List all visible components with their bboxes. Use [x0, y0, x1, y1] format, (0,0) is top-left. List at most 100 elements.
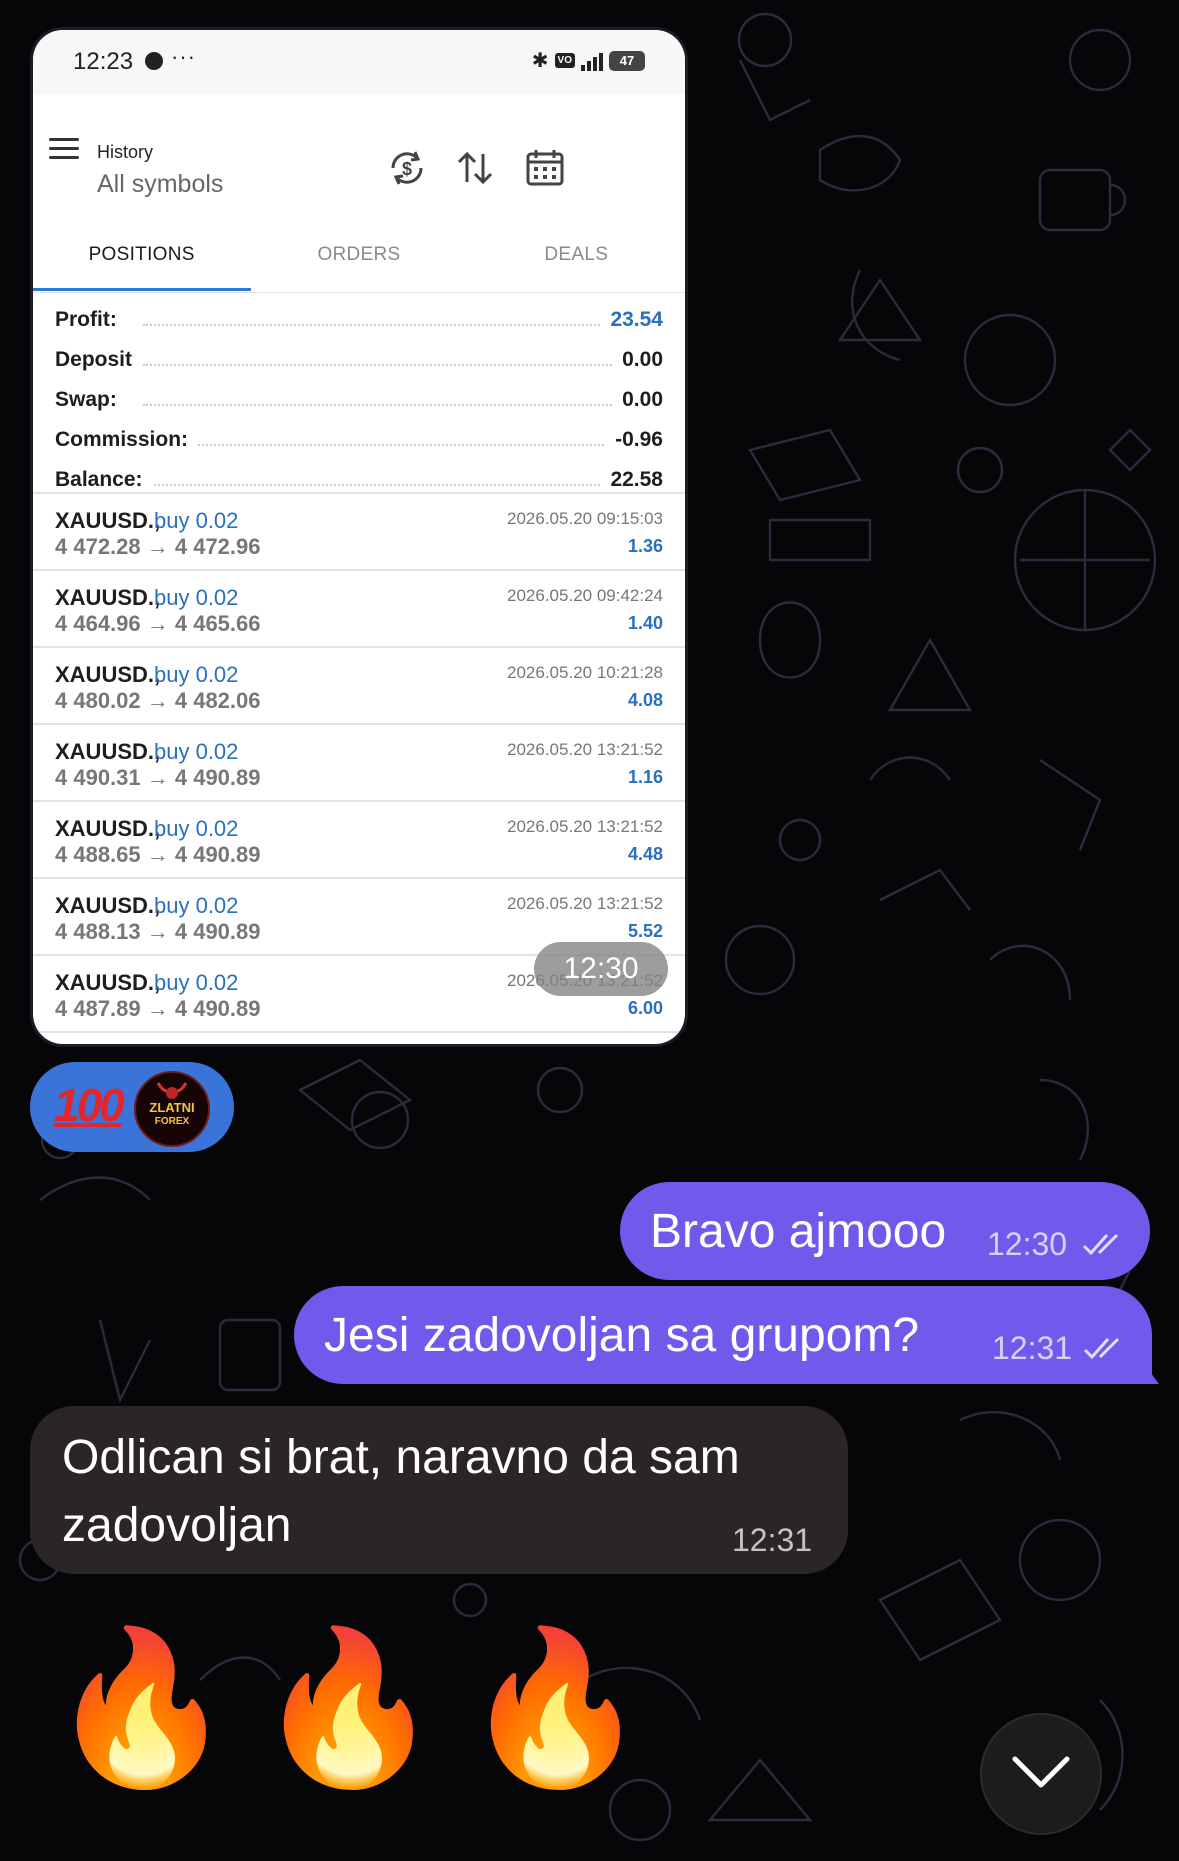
sort-arrows-icon[interactable] — [453, 146, 497, 190]
summary-label: Deposit — [55, 348, 143, 372]
calendar-icon[interactable] — [523, 146, 567, 190]
reaction-pill[interactable]: 100 ZLATNI FOREX — [30, 1062, 234, 1152]
message-text: Bravo ajmooo — [650, 1205, 947, 1258]
avatar-text: ZLATNI — [149, 1100, 195, 1115]
signal-icon — [581, 51, 603, 71]
position-prices: 4 488.13 → 4 490.89 — [55, 919, 261, 944]
position-time: 2026.05.20 13:21:52 — [507, 740, 663, 759]
position-profit: 4.08 — [627, 690, 663, 710]
tab-orders[interactable]: ORDERS — [250, 226, 467, 292]
status-more: ··· — [171, 44, 196, 69]
message-line: zadovoljan — [62, 1499, 292, 1552]
tab-divider — [33, 292, 685, 293]
position-row[interactable]: XAUUSD., buy 0.02 4 472.28 → 4 472.96 20… — [33, 494, 685, 571]
summary-label: Balance: — [55, 468, 153, 492]
position-time: 2026.05.20 10:21:28 — [507, 663, 663, 682]
position-side: buy 0.02 — [154, 508, 239, 533]
double-check-icon — [1082, 1233, 1119, 1256]
position-prices: 4 472.28 → 4 472.96 — [55, 534, 261, 559]
position-symbol: XAUUSD., — [55, 816, 161, 841]
bull-logo-icon — [156, 1082, 188, 1099]
svg-text:$: $ — [402, 159, 412, 179]
avatar-text: FOREX — [154, 1116, 190, 1127]
position-row[interactable]: XAUUSD., buy 0.02 4 464.96 → 4 465.66 20… — [33, 571, 685, 648]
status-time: 12:23 — [73, 48, 134, 75]
position-time: 2026.05.20 09:15:03 — [507, 509, 663, 528]
position-row[interactable]: XAUUSD., buy 0.02 4 488.65 → 4 490.89 20… — [33, 802, 685, 879]
position-symbol: XAUUSD., — [55, 739, 161, 764]
scroll-to-bottom-button[interactable] — [982, 1715, 1100, 1833]
summary-row-commission: Commission: -0.96 — [33, 420, 685, 460]
message-time: 12:30 — [987, 1226, 1068, 1262]
position-profit: 1.40 — [627, 613, 663, 633]
position-profit: 4.48 — [627, 844, 663, 864]
phone-status-bar: 12:23 ··· ✱ VO 47 — [33, 30, 685, 94]
message-time: 12:31 — [992, 1330, 1073, 1366]
history-app-bar: History All symbols $ — [33, 94, 685, 198]
message-timestamp: 12:30 — [534, 942, 668, 996]
position-prices: 4 464.96 → 4 465.66 — [55, 611, 261, 636]
account-summary: Profit: 23.54 Deposit 0.00 Swap: 0.00 Commi… — [33, 300, 685, 500]
summary-value: -0.96 — [605, 428, 663, 452]
position-row[interactable]: XAUUSD., buy 0.02 4 490.31 → 4 490.89 20… — [33, 725, 685, 802]
hamburger-icon[interactable] — [49, 138, 79, 165]
position-prices: 4 490.31 → 4 490.89 — [55, 765, 261, 790]
history-tabs: POSITIONS ORDERS DEALS — [33, 226, 685, 292]
message-text: Jesi zadovoljan sa grupom? — [324, 1309, 920, 1362]
screenshot-image-message[interactable]: 12:23 ··· ✱ VO 47 History All symbols $ … — [33, 30, 685, 1044]
summary-value: 23.54 — [600, 308, 663, 332]
summary-value: 0.00 — [612, 388, 663, 412]
summary-row-profit: Profit: 23.54 — [33, 300, 685, 340]
symbol-filter[interactable]: All symbols — [97, 170, 223, 199]
position-profit: 6.00 — [627, 998, 663, 1018]
summary-label: Profit: — [55, 308, 127, 332]
fire-emoji[interactable]: 🔥 — [255, 1632, 442, 1782]
bubble-tail — [1145, 1365, 1159, 1384]
hundred-points-emoji: 100 — [54, 1079, 125, 1131]
bluetooth-icon: ✱ — [531, 50, 549, 72]
incoming-message[interactable]: Odlican si brat, naravno da sam zadovolj… — [30, 1406, 848, 1574]
double-check-icon — [1083, 1337, 1120, 1360]
position-symbol: XAUUSD., — [55, 585, 161, 610]
position-symbol: XAUUSD., — [55, 970, 161, 995]
summary-label: Commission: — [55, 428, 199, 452]
currency-exchange-icon[interactable]: $ — [385, 146, 429, 190]
battery-icon: 47 — [609, 50, 645, 71]
summary-row-deposit: Deposit 0.00 — [33, 340, 685, 380]
position-side: buy 0.02 — [154, 585, 239, 610]
fire-emoji[interactable]: 🔥 — [48, 1632, 235, 1782]
fire-emoji[interactable]: 🔥 — [462, 1632, 649, 1782]
outgoing-message[interactable]: Jesi zadovoljan sa grupom? 12:31 — [294, 1286, 1152, 1384]
message-text: Odlican si brat, naravno da sam zadovolj… — [62, 1424, 740, 1560]
position-side: buy 0.02 — [154, 739, 239, 764]
position-prices: 4 480.02 → 4 482.06 — [55, 688, 261, 713]
position-side: buy 0.02 — [154, 893, 239, 918]
outgoing-message[interactable]: Bravo ajmooo 12:30 — [620, 1182, 1150, 1280]
position-time: 2026.05.20 09:42:24 — [507, 586, 663, 605]
summary-row-swap: Swap: 0.00 — [33, 380, 685, 420]
position-time: 2026.05.20 13:21:52 — [507, 894, 663, 913]
chevron-down-icon — [1012, 1756, 1070, 1788]
volte-icon: VO — [554, 53, 575, 68]
position-side: buy 0.02 — [154, 970, 239, 995]
position-side: buy 0.02 — [154, 816, 239, 841]
message-time: 12:31 — [732, 1522, 813, 1558]
reactor-avatar: ZLATNI FOREX — [134, 1071, 210, 1147]
position-symbol: XAUUSD., — [55, 662, 161, 687]
messenger-notification-icon — [145, 52, 163, 70]
position-prices: 4 487.89 → 4 490.89 — [55, 996, 261, 1021]
position-profit: 5.52 — [627, 921, 663, 941]
position-prices: 4 488.65 → 4 490.89 — [55, 842, 261, 867]
summary-value: 0.00 — [612, 348, 663, 372]
summary-label: Swap: — [55, 388, 127, 412]
message-line: Odlican si brat, naravno da sam — [62, 1431, 740, 1484]
tab-deals[interactable]: DEALS — [468, 226, 685, 292]
position-time: 2026.05.20 13:21:52 — [507, 817, 663, 836]
position-profit: 1.16 — [627, 767, 663, 787]
tab-positions[interactable]: POSITIONS — [33, 226, 250, 292]
position-row[interactable]: XAUUSD., buy 0.02 4 480.02 → 4 482.06 20… — [33, 648, 685, 725]
active-tab-indicator — [33, 288, 251, 291]
position-profit: 1.36 — [627, 536, 663, 556]
position-symbol: XAUUSD., — [55, 508, 161, 533]
summary-value: 22.58 — [600, 468, 663, 492]
